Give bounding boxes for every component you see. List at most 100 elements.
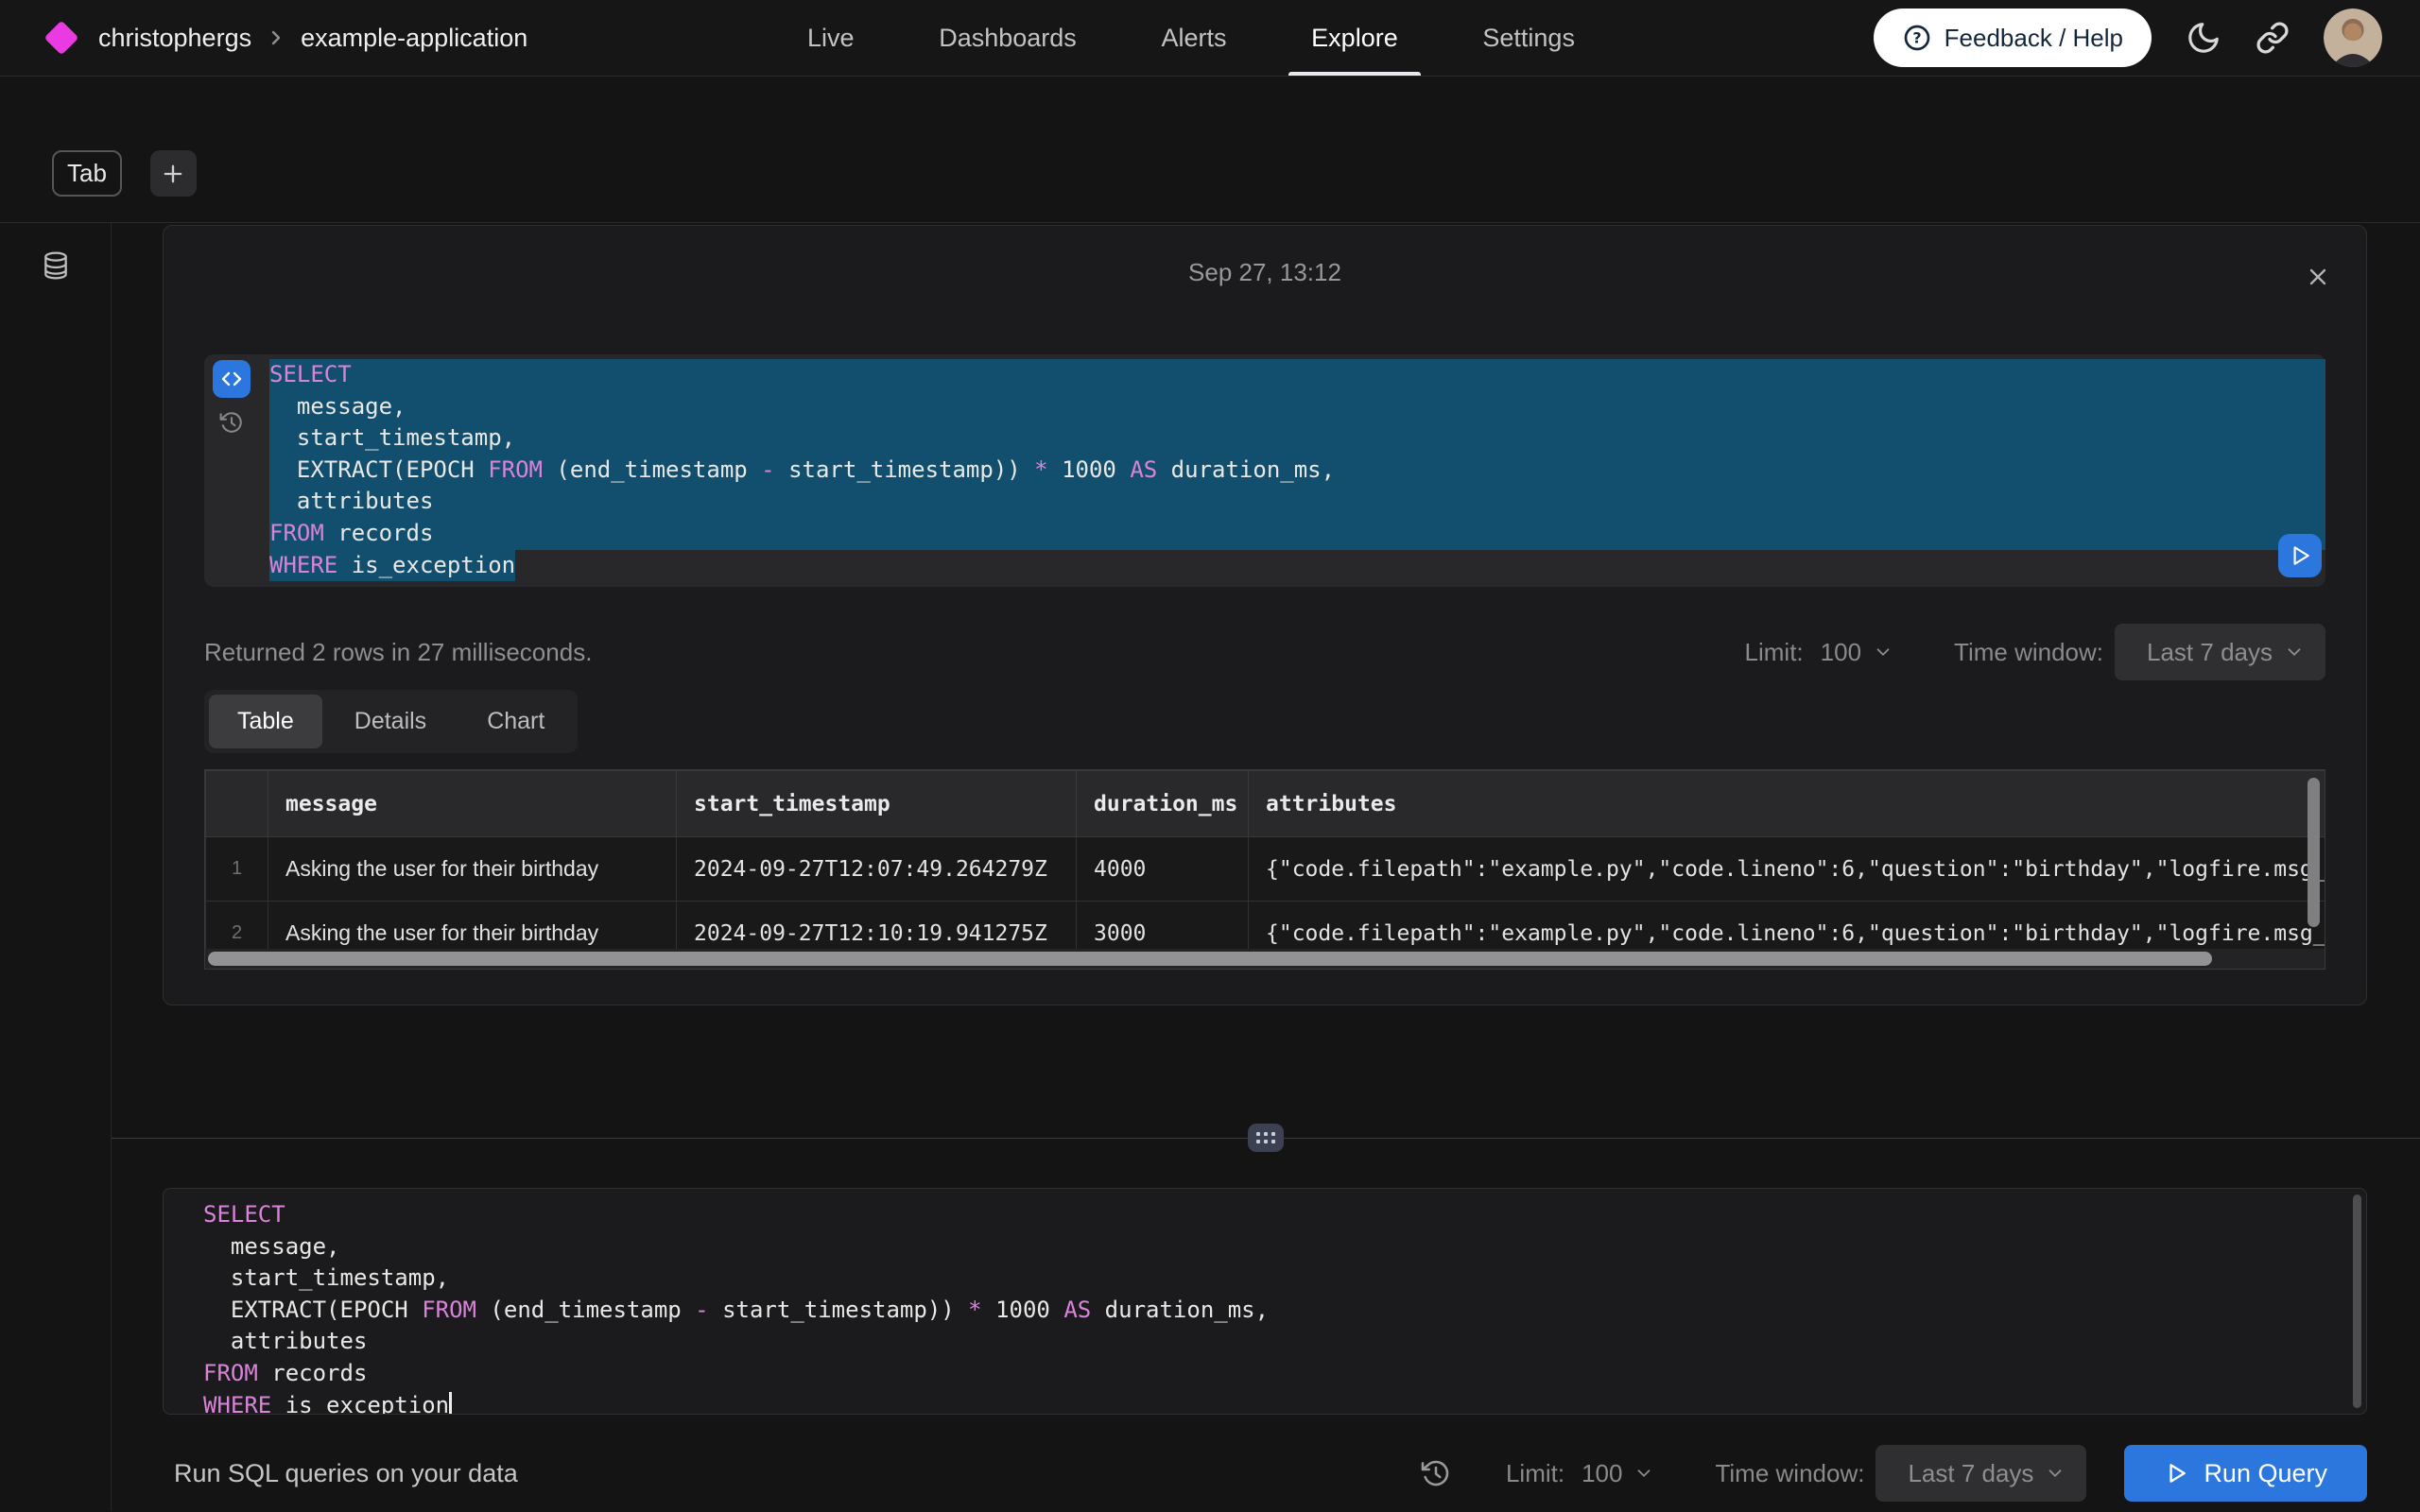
result-status: Returned 2 rows in 27 milliseconds. [204,638,592,667]
plus-icon [160,161,186,187]
grip-dots-icon [1256,1132,1260,1136]
column-header-message[interactable]: message [268,771,677,837]
sql-line: SELECT [259,359,2325,391]
text-cursor [449,1392,452,1415]
executed-query-block: SELECT message, start_timestamp, EXTRACT… [204,354,2325,587]
nav-item-dashboards[interactable]: Dashboards [939,0,1077,76]
sql-line: start_timestamp, [259,422,2325,455]
sql-line: attributes [164,1326,2366,1358]
sql-line: WHERE is_exception [259,550,2325,582]
svg-text:?: ? [1912,29,1921,47]
tab-chart[interactable]: Chart [458,695,573,748]
add-tab-button[interactable] [150,150,197,197]
column-header-start-timestamp[interactable]: start_timestamp [677,771,1077,837]
executed-sql-code[interactable]: SELECT message, start_timestamp, EXTRACT… [259,354,2325,587]
query-history-button[interactable] [213,407,251,438]
question-circle-icon: ? [1902,23,1932,53]
sql-line: message, [164,1231,2366,1263]
moon-icon [2186,20,2221,56]
feedback-help-label: Feedback / Help [1945,24,2123,53]
sql-editor-code[interactable]: SELECT message, start_timestamp, EXTRACT… [164,1194,2366,1415]
limit-select[interactable]: 100 [1582,1459,1654,1488]
sql-line: FROM records [164,1358,2366,1390]
table-header-row: message start_timestamp duration_ms attr… [206,771,2326,837]
editor-controls: Limit: 100 Time window: Last 7 days [1421,1445,2367,1502]
cell-attr: {"code.filepath":"example.py","code.line… [1249,837,2326,902]
left-sidebar [0,223,112,1511]
results-table-container: message start_timestamp duration_ms attr… [204,769,2325,970]
feedback-help-button[interactable]: ? Feedback / Help [1874,9,2152,67]
nav-item-alerts[interactable]: Alerts [1161,0,1226,76]
sql-line: EXTRACT(EPOCH FROM (end_timestamp - star… [259,455,2325,487]
theme-toggle-button[interactable] [2186,20,2221,56]
cell-dur: 4000 [1077,837,1249,902]
result-view-tabs: Table Details Chart [204,690,578,753]
query-block-gutter [204,354,259,587]
tab-details[interactable]: Details [326,695,455,748]
close-icon [2305,264,2331,290]
toggle-sql-button[interactable] [213,360,251,398]
tab-table[interactable]: Table [209,695,322,748]
workspace-tab[interactable]: Tab [52,150,122,197]
share-link-button[interactable] [2256,21,2290,55]
schema-browser-button[interactable] [33,242,78,289]
sql-line: start_timestamp, [164,1263,2366,1295]
time-window-select[interactable]: Last 7 days [1876,1445,2086,1502]
time-window-value: Last 7 days [2147,638,2273,667]
breadcrumb-org[interactable]: christophergs [98,24,251,53]
cell-num: 1 [206,837,268,902]
column-header-attributes[interactable]: attributes [1249,771,2326,837]
cell-msg: Asking the user for their birthday [268,837,677,902]
limit-label: Limit: [1745,638,1804,667]
chevron-right-icon [265,26,287,49]
nav-item-settings[interactable]: Settings [1482,0,1575,76]
table-vertical-scroll-thumb[interactable] [2308,778,2320,927]
sql-editor[interactable]: SELECT message, start_timestamp, EXTRACT… [163,1188,2367,1415]
editor-hint: Run SQL queries on your data [163,1459,518,1488]
sql-line: attributes [259,486,2325,518]
results-table: message start_timestamp duration_ms attr… [205,770,2325,966]
workspace-tab-bar: Tab [0,77,2420,223]
navbar-right: ? Feedback / Help [1874,9,2382,67]
code-brackets-icon [220,368,243,390]
time-window-label: Time window: [1715,1459,1864,1488]
query-result-card: Sep 27, 13:12 [163,225,2367,1005]
rerun-query-button[interactable] [2278,534,2322,577]
table-row[interactable]: 1Asking the user for their birthday2024-… [206,837,2326,902]
result-controls: Limit: 100 Time window: Last 7 days [1745,624,2325,680]
column-header-duration-ms[interactable]: duration_ms [1077,771,1249,837]
result-meta-row: Returned 2 rows in 27 milliseconds. Limi… [204,624,2325,680]
nav-item-explore[interactable]: Explore [1311,0,1398,76]
play-icon [2164,1461,2188,1486]
editor-scroll-thumb[interactable] [2353,1194,2361,1408]
column-header-rownum [206,771,268,837]
cell-ts: 2024-09-27T12:07:49.264279Z [677,837,1077,902]
resize-handle[interactable] [1248,1124,1284,1152]
limit-label: Limit: [1506,1459,1564,1488]
table-horizontal-scrollbar[interactable] [205,949,2325,969]
limit-select[interactable]: 100 [1821,638,1893,667]
run-query-button[interactable]: Run Query [2124,1445,2367,1502]
database-icon [41,249,71,282]
user-avatar[interactable] [2324,9,2382,67]
sql-line: EXTRACT(EPOCH FROM (end_timestamp - star… [164,1295,2366,1327]
time-window-value: Last 7 days [1908,1459,2033,1488]
run-query-label: Run Query [2204,1459,2327,1488]
link-icon [2256,21,2290,55]
history-icon [1421,1458,1451,1488]
logfire-logo-icon[interactable] [44,21,79,56]
chevron-down-icon [1873,642,1893,662]
pane-divider [112,1138,2420,1139]
nav-item-live[interactable]: Live [807,0,855,76]
horizontal-scroll-thumb[interactable] [208,952,2212,966]
app-body: Sep 27, 13:12 [0,223,2420,1511]
query-timestamp: Sep 27, 13:12 [204,258,2325,286]
time-window-select[interactable]: Last 7 days [2115,624,2325,680]
top-navbar: christophergs example-application Live D… [0,0,2420,77]
query-history-button[interactable] [1421,1458,1451,1488]
breadcrumb-project[interactable]: example-application [301,24,527,53]
time-window-label: Time window: [1954,638,2103,667]
history-icon [219,410,244,435]
close-result-button[interactable] [2305,264,2331,290]
sql-line: FROM records [259,518,2325,550]
